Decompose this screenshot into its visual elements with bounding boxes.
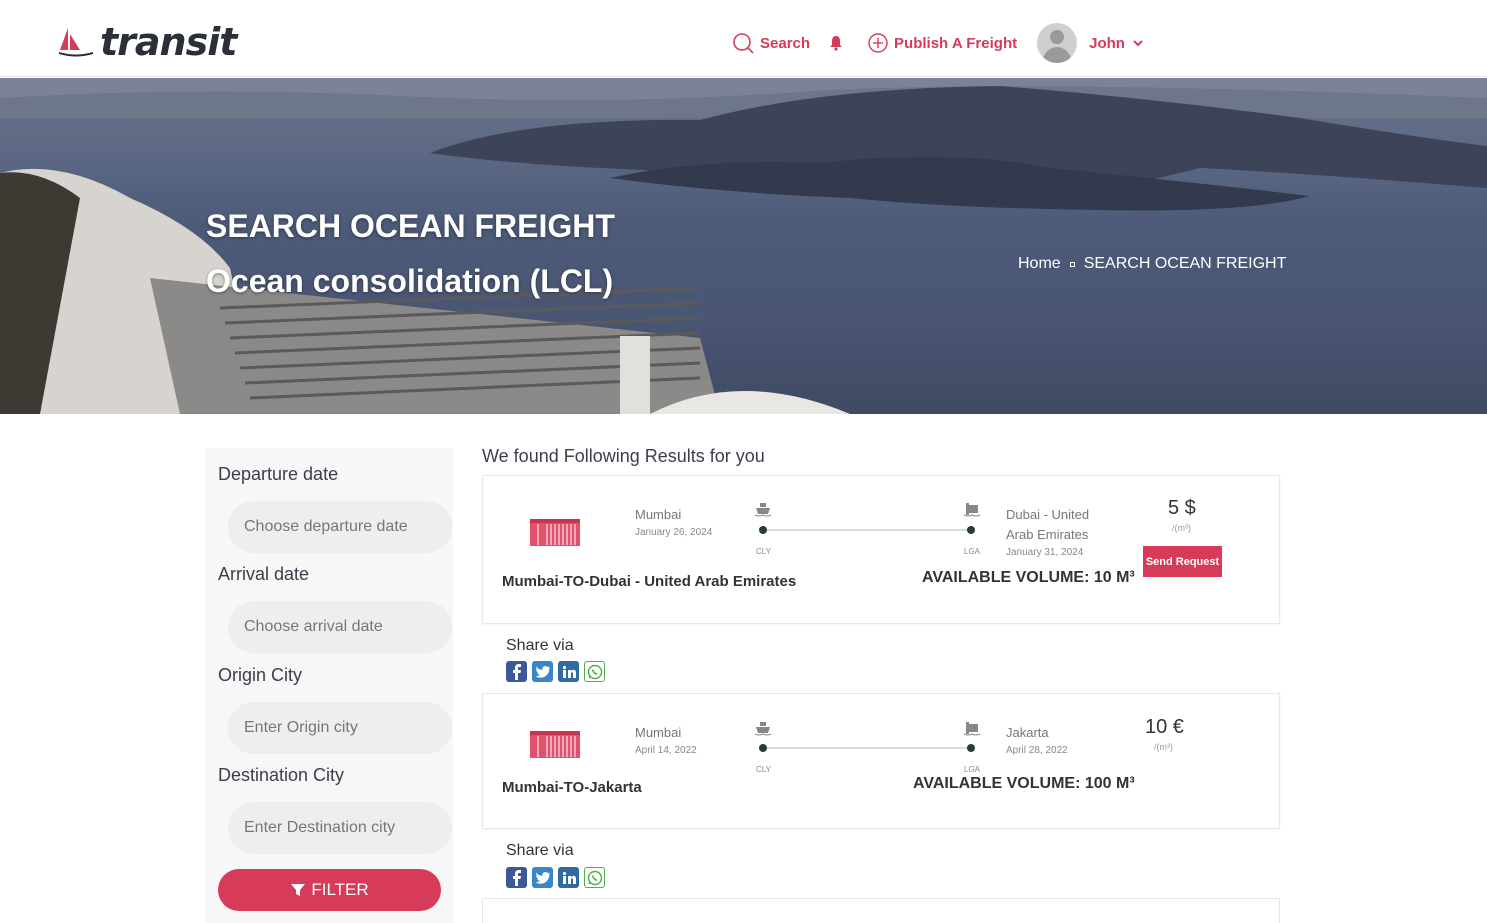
nav-search-link[interactable]: Search: [732, 32, 810, 54]
origin-city-label: Origin City: [218, 665, 303, 685]
bell-icon: [830, 36, 843, 51]
page-title: SEARCH OCEAN FREIGHT: [206, 208, 615, 244]
top-navigation-bar: transit Search Publish A Freight John: [0, 0, 1487, 77]
filter-button[interactable]: FILTER: [218, 869, 441, 911]
price-unit: /(m³): [1154, 742, 1173, 752]
breadcrumb-separator: [1069, 261, 1075, 267]
publish-freight-link[interactable]: Publish A Freight: [868, 33, 1017, 53]
destination-city-line2: Arab Emirates: [1006, 527, 1089, 542]
sailboat-logo-icon: [59, 28, 93, 57]
available-volume: AVAILABLE VOLUME: 100 M³: [913, 775, 1135, 792]
avatar: [1037, 23, 1078, 63]
route-title: Mumbai-TO-Jakarta: [502, 779, 642, 796]
send-request-button[interactable]: Send Request: [1143, 546, 1222, 577]
logo[interactable]: transit: [58, 20, 237, 64]
destination-code: LGA: [964, 765, 981, 774]
main-nav: Search Publish A Freight John: [732, 22, 1149, 64]
share-buttons: [506, 867, 610, 888]
destination-dot: [967, 526, 975, 534]
notifications-button[interactable]: [828, 35, 850, 51]
hero-banner: SEARCH OCEAN FREIGHT Ocean consolidation…: [0, 78, 1487, 414]
whatsapp-share-icon[interactable]: [584, 867, 605, 888]
price-unit: /(m³): [1172, 523, 1191, 533]
nav-search-label: Search: [760, 34, 811, 52]
linkedin-share-icon[interactable]: [558, 867, 579, 888]
origin-date: January 26, 2024: [635, 527, 713, 538]
results-heading: We found Following Results for you: [482, 446, 765, 466]
result-card: Mumbai April 14, 2022 CLY LGA Jakarta Ap…: [482, 693, 1280, 829]
facebook-share-icon[interactable]: [506, 867, 527, 888]
price: 5 $: [1168, 497, 1196, 519]
departure-date-input[interactable]: [228, 501, 452, 553]
available-volume: AVAILABLE VOLUME: 10 M³: [922, 569, 1135, 586]
route-line: [764, 529, 972, 531]
result-card-partial: [482, 898, 1280, 923]
user-name: John: [1089, 34, 1125, 52]
destination-city: Dubai - United: [1006, 507, 1090, 522]
shipping-container-icon: [530, 731, 580, 758]
origin-date: April 14, 2022: [635, 745, 697, 756]
origin-code: CLY: [756, 765, 771, 774]
publish-freight-label: Publish A Freight: [894, 34, 1018, 52]
result-card: Mumbai January 26, 2024 CLY LGA Dubai - …: [482, 475, 1280, 624]
origin-dot: [759, 526, 767, 534]
arrival-port-icon: [963, 503, 981, 517]
filter-button-label: FILTER: [311, 880, 369, 899]
origin-city: Mumbai: [635, 507, 682, 522]
destination-city-label: Destination City: [218, 765, 345, 785]
departure-ship-icon: [754, 503, 772, 517]
user-menu[interactable]: John: [1037, 23, 1149, 63]
arrival-date-input[interactable]: [228, 601, 452, 653]
hero-background-image: [0, 78, 1487, 414]
route-line: [764, 747, 972, 749]
twitter-share-icon[interactable]: [532, 867, 553, 888]
departure-date-label: Departure date: [218, 464, 339, 484]
linkedin-share-icon[interactable]: [558, 661, 579, 682]
twitter-share-icon[interactable]: [532, 661, 553, 682]
search-icon: [733, 33, 754, 54]
breadcrumb-current: SEARCH OCEAN FREIGHT: [1083, 255, 1287, 272]
share-label: Share via: [506, 637, 574, 654]
facebook-share-icon[interactable]: [506, 661, 527, 682]
departure-ship-icon: [754, 722, 772, 736]
breadcrumb: Home SEARCH OCEAN FREIGHT: [1018, 255, 1286, 273]
share-buttons: [506, 661, 610, 682]
destination-city: Jakarta: [1006, 725, 1049, 740]
destination-code: LGA: [964, 547, 981, 556]
chevron-down-icon: [1133, 40, 1143, 47]
destination-dot: [967, 744, 975, 752]
destination-date: January 31, 2024: [1006, 547, 1084, 558]
route-title: Mumbai-TO-Dubai - United Arab Emirates: [502, 573, 797, 590]
shipping-container-icon: [530, 519, 580, 546]
plus-circle-icon: [868, 33, 888, 53]
page-subtitle: Ocean consolidation (LCL): [206, 263, 614, 299]
arrival-date-label: Arrival date: [218, 564, 310, 584]
origin-dot: [759, 744, 767, 752]
arrival-port-icon: [963, 722, 981, 736]
whatsapp-share-icon[interactable]: [584, 661, 605, 682]
origin-city: Mumbai: [635, 725, 682, 740]
logo-text: transit: [100, 20, 237, 64]
funnel-icon: [291, 884, 306, 896]
origin-city-input[interactable]: [228, 702, 452, 754]
destination-city-input[interactable]: [228, 802, 452, 854]
price: 10 €: [1145, 716, 1184, 738]
destination-date: April 28, 2022: [1006, 745, 1068, 756]
origin-code: CLY: [756, 547, 771, 556]
filter-sidebar: Departure date Arrival date Origin City …: [205, 448, 453, 923]
breadcrumb-home[interactable]: Home: [1018, 255, 1061, 273]
share-label: Share via: [506, 842, 574, 859]
